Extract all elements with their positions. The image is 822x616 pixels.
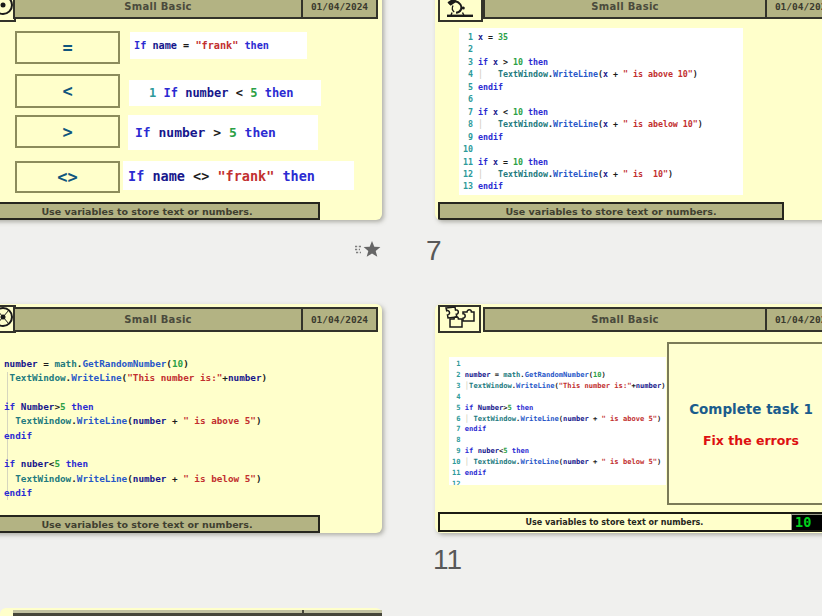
operator-box-equals: = — [15, 31, 120, 64]
slide-title-bar: Small Basic 01/04/2024 — [13, 0, 378, 19]
code-line: 6 │ TextWindow.WriteLine(number + " is a… — [452, 414, 666, 425]
slide-footer: Use variables to store text or numbers. — [0, 202, 320, 220]
task-heading: Complete task 1 — [669, 401, 822, 417]
slide-title-bar: Small Basic 01/04/2024 — [483, 0, 822, 19]
slide-title: Small Basic — [485, 0, 765, 17]
code-line: 9 if nuber<5 then — [452, 446, 666, 457]
reel-icon — [0, 0, 14, 18]
task-warning: Fix the errors — [669, 433, 822, 448]
slide-title: Small Basic — [15, 0, 301, 17]
code-line: 11 if x = 10 then — [463, 156, 743, 168]
code-line: 8 — [452, 435, 666, 446]
operator-box-greater: > — [15, 115, 120, 148]
code-line: 7 if x < 10 then — [463, 106, 743, 118]
code-line: endif — [4, 429, 267, 443]
slide-icon-box — [438, 0, 483, 22]
code-line: 8 │ TextWindow.WriteLine(x + " is abelow… — [463, 118, 743, 130]
reel-icon — [0, 305, 14, 329]
code-line: 7 endif — [452, 424, 666, 435]
task-panel: Complete task 1 Fix the errors — [667, 342, 822, 505]
code-line: If name = "frank" then — [134, 40, 269, 51]
code-line: 2 — [463, 43, 743, 55]
slide-date: 01/04/2024 — [765, 309, 822, 330]
code-line: 1 If number < 5 then — [149, 86, 294, 100]
code-line: number = math.GetRandomNumber(10) — [4, 357, 267, 371]
code-line: 12 │ TextWindow.WriteLine(x + " is 10") — [463, 168, 743, 180]
microscope-icon — [441, 0, 481, 18]
code-example-equals: If name = "frank" then — [130, 32, 307, 59]
code-example-less: 1 If number < 5 then — [129, 80, 321, 106]
partial-slide-date-divider — [302, 610, 304, 616]
slide-thumbnail-operators[interactable]: Small Basic 01/04/2024 = If name = "fran… — [0, 0, 382, 220]
code-line — [4, 443, 267, 457]
slide-title: Small Basic — [15, 309, 301, 330]
slide-footer: Use variables to store text or numbers. … — [438, 512, 822, 532]
code-line: TextWindow.WriteLine(number + " is below… — [4, 472, 267, 486]
slide-title-bar: Small Basic 01/04/2024 — [13, 307, 378, 332]
code-line: TextWindow.WriteLine(number + " is above… — [4, 414, 267, 428]
slide-footer: Use variables to store text or numbers. — [0, 515, 320, 533]
code-line: 13 endif — [463, 180, 743, 192]
slide-footer-text: Use variables to store text or numbers. — [440, 514, 789, 530]
code-block: 1 2 number = math.GetRandomNumber(10) 3 … — [449, 357, 666, 485]
code-line: if Number>5 then — [4, 400, 267, 414]
code-line: 10 │ TextWindow.WriteLine(number + " is … — [452, 457, 666, 468]
code-line: If name <> "frank" then — [128, 168, 315, 184]
code-line: 6 — [463, 93, 743, 105]
code-block: 1 x = 35 2 3 if x > 10 then 4 │ TextWind… — [459, 28, 743, 195]
slide-date: 01/04/2024 — [301, 309, 376, 330]
slide-icon-box — [438, 305, 481, 333]
code-line: 1 — [452, 359, 666, 370]
slide-thumbnail-if-x[interactable]: Small Basic 01/04/2024 1 x = 35 2 3 if x… — [435, 0, 822, 220]
code-line: 2 number = math.GetRandomNumber(10) — [452, 370, 666, 381]
transition-star-icon[interactable] — [354, 240, 382, 258]
slide-number-7: 7 — [426, 237, 442, 265]
slide-thumbnail-task[interactable]: Small Basic 01/04/2024 1 2 number = math… — [435, 304, 822, 533]
slide-title: Small Basic — [485, 309, 765, 330]
slide-date: 01/04/2024 — [301, 0, 376, 17]
code-line: If number > 5 then — [135, 125, 276, 140]
code-line: 9 endif — [463, 131, 743, 143]
code-line: 3 if x > 10 then — [463, 56, 743, 68]
code-line: 4 │ TextWindow.WriteLine(x + " is above … — [463, 68, 743, 80]
code-line: 4 — [452, 392, 666, 403]
slide-title-bar: Small Basic 01/04/2024 — [483, 307, 822, 332]
code-line: 5 endif — [463, 81, 743, 93]
code-line: TextWindow.WriteLine("This number is:"+n… — [4, 371, 267, 385]
countdown-timer: 10 : — [791, 514, 822, 530]
code-line: if nuber<5 then — [4, 457, 267, 471]
code-line: 11 endif — [452, 468, 666, 479]
slide-footer: Use variables to store text or numbers. — [438, 202, 784, 220]
operator-box-less: < — [15, 74, 120, 108]
code-line: 5 if Number>5 then — [452, 403, 666, 414]
slide-date: 01/04/2024 — [765, 0, 822, 17]
code-example-notequal: If name <> "frank" then — [123, 161, 354, 190]
puzzle-icon — [441, 305, 479, 329]
code-line: 3 │TextWindow.WriteLine("This number is:… — [452, 381, 666, 392]
code-line: 12 — [452, 479, 666, 485]
code-line: 1 x = 35 — [463, 31, 743, 43]
code-line — [4, 386, 267, 400]
operator-box-notequal: <> — [15, 161, 120, 193]
slide-thumbnail-random[interactable]: Small Basic 01/04/2024 number = math.Get… — [0, 304, 382, 533]
code-example-greater: If number > 5 then — [128, 115, 318, 150]
slide-sorter-view: Small Basic 01/04/2024 = If name = "fran… — [0, 0, 822, 616]
slide-thumbnail-partial[interactable] — [0, 608, 382, 616]
code-line: endif — [4, 486, 267, 500]
slide-number-11: 11 — [433, 546, 462, 574]
code-line: 10 — [463, 143, 743, 155]
code-block: number = math.GetRandomNumber(10) TextWi… — [4, 357, 267, 500]
